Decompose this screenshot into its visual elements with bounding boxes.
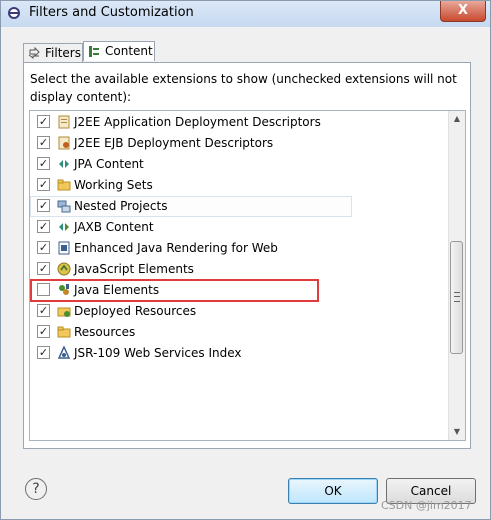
list-item[interactable]: ✓ J2EE Application Deployment Descriptors: [30, 112, 448, 133]
highlight-box: [30, 279, 319, 302]
item-label: Nested Projects: [74, 199, 168, 213]
instructions-text: Select the available extensions to show …: [30, 72, 457, 104]
list-item[interactable]: ✓ Deployed Resources: [30, 301, 448, 322]
resources-icon: [57, 326, 71, 338]
deployed-resources-icon: [57, 307, 71, 317]
vertical-scrollbar[interactable]: ▲ ▼: [448, 111, 465, 440]
nested-projects-icon: [57, 200, 71, 213]
list-item[interactable]: ✓ J2EE EJB Deployment Descriptors: [30, 133, 448, 154]
item-label: Resources: [74, 325, 136, 339]
item-checkbox[interactable]: ✓: [37, 241, 50, 254]
jaxb-icon: [59, 223, 69, 231]
item-checkbox[interactable]: ✓: [37, 304, 50, 317]
item-checkbox[interactable]: ✓: [37, 136, 50, 149]
list-item[interactable]: ✓ JavaScript Elements: [30, 259, 448, 280]
dialog-window: Filters and Customization X Filters Cont…: [0, 0, 491, 520]
item-checkbox[interactable]: ✓: [37, 262, 50, 275]
list-item[interactable]: ✓ Nested Projects: [30, 196, 352, 217]
list-item[interactable]: ✓ JAXB Content: [30, 217, 448, 238]
item-checkbox[interactable]: ✓: [37, 199, 50, 212]
item-label: JPA Content: [74, 157, 144, 171]
extension-list: ▲ ▼ ✓ J2EE Application Deployment Descrip…: [29, 110, 466, 441]
filters-icon: [28, 47, 40, 59]
ejb-descriptor-icon: [58, 136, 70, 150]
title-bar: Filters and Customization X: [1, 1, 490, 27]
list-item[interactable]: ✓ JSR-109 Web Services Index: [30, 343, 448, 364]
item-label: J2EE Application Deployment Descriptors: [74, 115, 321, 129]
item-checkbox[interactable]: ✓: [37, 325, 50, 338]
java-web-icon: [58, 241, 70, 255]
list-item[interactable]: ✓ Working Sets: [30, 175, 448, 196]
item-label: JAXB Content: [74, 220, 154, 234]
scroll-up-arrow-icon[interactable]: ▲: [449, 111, 465, 127]
grip-icon: [454, 292, 460, 302]
tab-content[interactable]: Content: [83, 41, 155, 61]
item-label: J2EE EJB Deployment Descriptors: [74, 136, 274, 150]
javascript-icon: [57, 262, 71, 276]
scroll-thumb[interactable]: [450, 241, 463, 354]
jpa-icon: [59, 160, 69, 168]
web-services-icon: [57, 346, 71, 359]
item-label: JavaScript Elements: [74, 262, 194, 276]
tab-filters[interactable]: Filters: [23, 43, 83, 62]
dialog-title: Filters and Customization: [29, 5, 194, 20]
tab-content-label: Content: [105, 44, 153, 58]
item-checkbox[interactable]: ✓: [37, 115, 50, 128]
scroll-down-arrow-icon[interactable]: ▼: [449, 424, 465, 440]
tab-filters-label: Filters: [45, 46, 81, 60]
item-checkbox[interactable]: ✓: [37, 346, 50, 359]
help-button[interactable]: ?: [25, 478, 47, 500]
eclipse-icon: [8, 7, 20, 19]
item-label: Working Sets: [74, 178, 153, 192]
item-label: JSR-109 Web Services Index: [74, 346, 242, 360]
item-label: Enhanced Java Rendering for Web: [74, 241, 278, 255]
item-label: Deployed Resources: [74, 304, 197, 318]
item-checkbox[interactable]: ✓: [37, 157, 50, 170]
list-item[interactable]: ✓ Resources: [30, 322, 448, 343]
list-item[interactable]: ✓ Enhanced Java Rendering for Web: [30, 238, 448, 259]
content-icon: [89, 46, 99, 57]
item-checkbox[interactable]: ✓: [37, 178, 50, 191]
working-sets-icon: [57, 179, 71, 191]
ok-button[interactable]: OK: [288, 478, 378, 504]
item-checkbox[interactable]: ✓: [37, 220, 50, 233]
watermark: CSDN @jim2017: [381, 499, 472, 512]
list-item[interactable]: ✓ JPA Content: [30, 154, 448, 175]
close-button[interactable]: X: [440, 1, 486, 22]
j2ee-app-descriptor-icon: [58, 115, 70, 129]
content-panel: Select the available extensions to show …: [23, 62, 471, 449]
